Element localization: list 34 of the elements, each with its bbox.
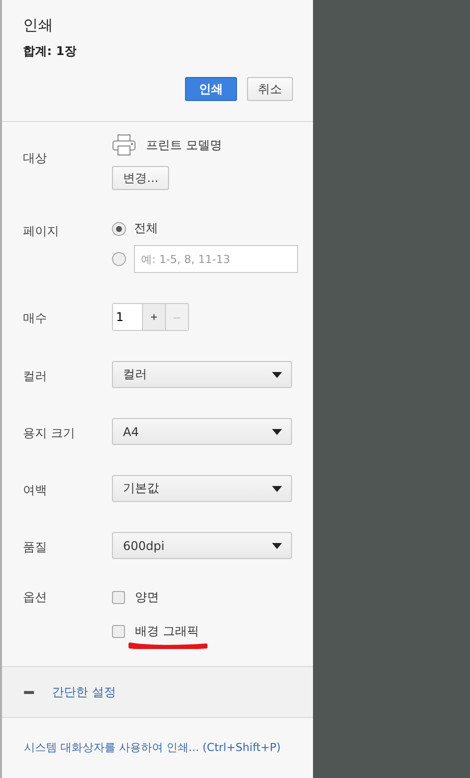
- caret-icon: [272, 542, 282, 548]
- caret-icon: [272, 428, 282, 434]
- page-range-field[interactable]: 예: 1-5, 8, 11-13: [134, 245, 298, 273]
- change-button[interactable]: 변경...: [112, 166, 170, 190]
- collapse-icon: [24, 690, 34, 694]
- setting-label: 매수: [23, 310, 48, 327]
- checkbox-label: 배경 그래픽: [135, 623, 199, 640]
- printer-name: 프린트 모델명: [146, 136, 222, 154]
- dropdown[interactable]: A4: [112, 418, 292, 445]
- simple-settings-toggle[interactable]: 간단한 설정: [2, 666, 313, 718]
- radio-button[interactable]: [112, 252, 126, 266]
- dropdown[interactable]: 600dpi: [112, 532, 292, 559]
- cancel-button[interactable]: 취소: [247, 77, 293, 101]
- caret-icon: [272, 372, 282, 378]
- dropdown[interactable]: 컬러: [112, 361, 292, 388]
- setting-label: 품질: [23, 539, 48, 556]
- radio-button[interactable]: [112, 222, 126, 236]
- setting-label: 여백: [23, 482, 48, 499]
- setting-label: 옵션: [23, 589, 48, 606]
- setting-label: 페이지: [23, 223, 60, 240]
- radio-label: 전체: [134, 220, 158, 237]
- setting-label: 컬러: [23, 368, 48, 385]
- checkbox[interactable]: [112, 625, 125, 638]
- caret-icon: [272, 486, 282, 492]
- print-button[interactable]: 인쇄: [185, 77, 237, 101]
- printer-icon: [112, 134, 136, 156]
- dropdown[interactable]: 기본값: [112, 475, 292, 502]
- setting-label: 용지 크기: [23, 425, 76, 442]
- setting-label: 대상: [23, 150, 48, 167]
- page-count: 합계: 1장: [23, 43, 78, 60]
- checkbox-label: 양면: [135, 589, 159, 606]
- system-dialog-link[interactable]: 시스템 대화상자를 사용하여 인쇄... (Ctrl+Shift+P): [24, 741, 281, 754]
- checkbox[interactable]: [112, 591, 125, 604]
- dialog-title: 인쇄: [23, 16, 54, 35]
